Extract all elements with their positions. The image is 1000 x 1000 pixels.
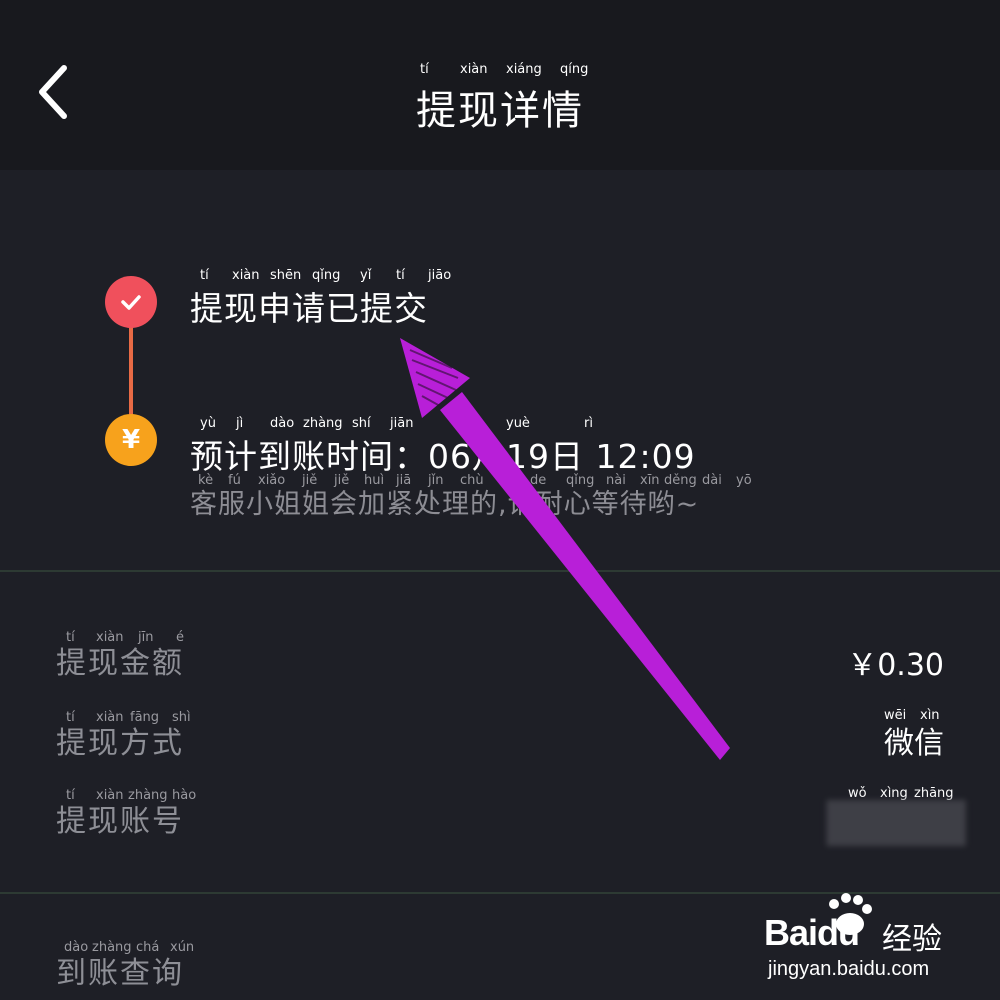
query-label: 到账查询	[56, 956, 184, 991]
baidu-jingyan-watermark: Baidu 经验 jingyan.baidu.com	[764, 892, 994, 992]
header-bar: tí xiàn xiáng qíng 提现详情	[0, 0, 1000, 170]
step1-pinyin-4: qǐng	[312, 268, 341, 283]
account-value-pinyin-3: zhāng	[914, 786, 954, 801]
method-label: 提现方式	[56, 726, 184, 761]
title-pinyin-1: tí	[420, 62, 429, 77]
step2-sub-pinyin-16: dài	[702, 473, 722, 488]
step1-pinyin-7: jiāo	[428, 268, 452, 283]
step2-pinyin-8: rì	[584, 416, 593, 431]
watermark-url: jingyan.baidu.com	[768, 958, 930, 980]
step2-title: 预计到账时间：06月19日 12:09	[190, 437, 696, 476]
step2-pinyin-6: jiān	[390, 416, 414, 431]
account-value-redacted	[826, 800, 966, 846]
step2-pinyin-5: shí	[352, 416, 371, 431]
amount-value: ￥0.30	[847, 648, 944, 683]
page-title: 提现详情	[416, 88, 584, 134]
step2-sub-pinyin-17: yō	[736, 473, 752, 488]
account-value-pinyin-1: wǒ	[848, 786, 867, 801]
step1-pinyin-1: tí	[200, 268, 209, 283]
title-pinyin-3: xiáng	[506, 62, 542, 77]
step2-pinyin-1: yù	[200, 416, 216, 431]
step2-pinyin-2: jì	[236, 416, 244, 431]
step2-pinyin-3: dào	[270, 416, 295, 431]
amount-label: 提现金额	[56, 646, 184, 681]
method-value: 微信	[884, 726, 944, 761]
step2-subtitle: 客服小姐姐会加紧处理的,请耐心等待哟~	[190, 489, 700, 520]
account-value-pinyin-2: xìng	[880, 786, 908, 801]
section-divider	[0, 570, 1000, 572]
yen-icon: ¥	[105, 414, 157, 466]
check-icon	[105, 276, 157, 328]
account-label: 提现账号	[56, 804, 184, 839]
withdrawal-detail-page: tí xiàn xiáng qíng 提现详情 tí xiàn shēn qǐn…	[0, 0, 1000, 1000]
step1-pinyin-3: shēn	[270, 268, 302, 283]
step1-title: 提现申请已提交	[190, 289, 428, 328]
title-pinyin-2: xiàn	[460, 62, 488, 77]
watermark-cn: 经验	[882, 922, 942, 957]
watermark-brand: Baidu	[764, 912, 860, 953]
timeline-connector	[129, 318, 133, 428]
step2-pinyin-4: zhàng	[303, 416, 343, 431]
step1-pinyin-2: xiàn	[232, 268, 260, 283]
step1-pinyin-6: tí	[396, 268, 405, 283]
step1-pinyin-5: yǐ	[360, 268, 372, 283]
title-pinyin-4: qíng	[560, 62, 589, 77]
step2-pinyin-7: yuè	[506, 416, 530, 431]
